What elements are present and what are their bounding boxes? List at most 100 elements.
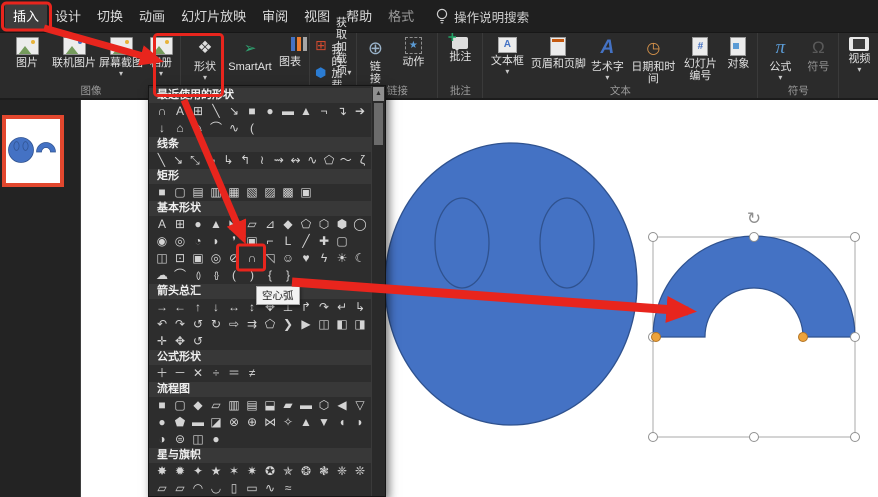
ribbon-tilted-up-shape-icon[interactable]: ▱	[153, 480, 171, 496]
snip-same-side-corner-rectangle-shape-icon[interactable]: ▥	[207, 184, 225, 201]
online-pictures-button[interactable]: 联机图片	[50, 33, 98, 85]
diagonal-stripe-shape-icon[interactable]: ╱	[297, 233, 315, 250]
isosceles-triangle-shape-icon[interactable]: ▲	[297, 103, 315, 120]
off-page-connector-shape-icon[interactable]: ⬟	[171, 414, 189, 431]
elbow-connector-shape-icon[interactable]: ¬	[315, 103, 333, 120]
wordart-button[interactable]: A 艺术字 ▾	[587, 33, 627, 85]
horizontal-scroll-shape-icon[interactable]: ▭	[243, 480, 261, 496]
pie-shape-icon[interactable]: ◔	[189, 233, 207, 250]
explosion-2-shape-icon[interactable]: ✹	[171, 463, 189, 480]
elbow-arrow-connector-shape-icon[interactable]: ↳	[220, 152, 237, 169]
oval-shape-icon[interactable]: ●	[261, 103, 279, 120]
line-shape-icon[interactable]: ╲	[207, 103, 225, 120]
scribble-shape-icon[interactable]: ✎	[189, 120, 207, 137]
shapes-button[interactable]: ❖ 形状 ▾	[183, 33, 227, 85]
slide-thumbnail-panel[interactable]	[0, 100, 81, 497]
rectangle-shape-icon[interactable]: ■	[153, 184, 171, 201]
pictures-button[interactable]: 图片	[4, 33, 50, 85]
arc-shape-icon[interactable]: ⌒	[207, 120, 225, 137]
snip-diagonal-corner-rectangle-shape-icon[interactable]: ▦	[225, 184, 243, 201]
circular-arrow-2-shape-icon[interactable]: ↺	[189, 333, 207, 350]
slide-1-thumbnail[interactable]	[2, 115, 64, 187]
elbow-connector-shape-icon[interactable]: ¬	[203, 152, 220, 169]
magnetic-disk-shape-icon[interactable]: ⊜	[171, 431, 189, 448]
bevel-shape-icon[interactable]: ▣	[189, 250, 207, 267]
video-button[interactable]: 视频 ▾	[841, 33, 877, 85]
rounded-rectangle-shape-icon[interactable]: ▬	[279, 103, 297, 120]
folded-corner-shape-icon[interactable]: ◹	[261, 250, 279, 267]
object-button[interactable]: 对象	[721, 33, 755, 85]
double-wave-shape-icon[interactable]: ≈	[279, 480, 297, 496]
freeform-shape-shape-icon[interactable]: ⬠	[321, 152, 338, 169]
terminator-shape-icon[interactable]: ▬	[297, 397, 315, 414]
equal-sign-shape-icon[interactable]: ＝	[225, 365, 243, 382]
right-arrow-callout-shape-icon[interactable]: ▶	[297, 316, 315, 333]
line-double-arrow-shape-icon[interactable]: ⤡	[187, 152, 204, 169]
diamond-shape-icon[interactable]: ◆	[279, 216, 297, 233]
or-shape-icon[interactable]: ⊕	[243, 414, 261, 431]
curved-ribbon-down-shape-icon[interactable]: ◡	[207, 480, 225, 496]
document-shape-icon[interactable]: ⬓	[261, 397, 279, 414]
star-16-point-shape-icon[interactable]: ❃	[315, 463, 333, 480]
double-bracket-shape-icon[interactable]: ()	[189, 267, 207, 284]
cloud-shape-icon[interactable]: ☁	[153, 267, 171, 284]
equation-button[interactable]: π 公式 ▾	[760, 33, 800, 85]
left-right-arrow-shape-icon[interactable]: ↔	[225, 299, 243, 316]
star-5-point-shape-icon[interactable]: ★	[207, 463, 225, 480]
left-bracket-shape-icon[interactable]: (	[225, 267, 243, 284]
down-arrow-shape-icon[interactable]: ↓	[207, 299, 225, 316]
curve-shape-icon[interactable]: ∿	[225, 120, 243, 137]
scribble-shape-icon[interactable]: ζ	[354, 152, 371, 169]
curved-double-arrow-connector-shape-icon[interactable]: ↭	[287, 152, 304, 169]
snip-round-single-corner-rectangle-shape-icon[interactable]: ▧	[243, 184, 261, 201]
curved-ribbon-up-shape-icon[interactable]: ◠	[189, 480, 207, 496]
heart-shape-icon[interactable]: ♥	[297, 250, 315, 267]
u-turn-arrow-shape-icon[interactable]: ↷	[315, 299, 333, 316]
text-box-shape-icon[interactable]: A	[153, 216, 171, 233]
sort-shape-icon[interactable]: ✧	[279, 414, 297, 431]
display-shape-icon[interactable]: ●	[207, 431, 225, 448]
star-8-point-shape-icon[interactable]: ✪	[261, 463, 279, 480]
lightning-bolt-shape-icon[interactable]: ϟ	[315, 250, 333, 267]
star-4-point-shape-icon[interactable]: ✦	[189, 463, 207, 480]
frame-shape-icon[interactable]: ▣	[243, 233, 261, 250]
decagon-shape-icon[interactable]: ◉	[153, 233, 171, 250]
left-arrow-callout-shape-icon[interactable]: ◧	[333, 316, 351, 333]
bent-arrow-shape-icon[interactable]: ↱	[297, 299, 315, 316]
right-arrow-shape-icon[interactable]: ➔	[351, 103, 369, 120]
scrollbar-up-icon[interactable]: ▲	[373, 87, 384, 101]
internal-storage-shape-icon[interactable]: ▤	[243, 397, 261, 414]
snip-single-corner-rectangle-shape-icon[interactable]: ▤	[189, 184, 207, 201]
double-brace-shape-icon[interactable]: {}	[207, 267, 225, 284]
text-box-button[interactable]: A 文本框 ▾	[485, 33, 529, 85]
smartart-button[interactable]: ➢ SmartArt	[227, 33, 273, 85]
oval-shape-icon[interactable]: ●	[189, 216, 207, 233]
comment-button[interactable]: 批注	[440, 33, 480, 85]
star-32-point-shape-icon[interactable]: ❊	[351, 463, 369, 480]
smiley-face-shape-icon[interactable]: ☺	[279, 250, 297, 267]
tab-design[interactable]: 设计	[47, 3, 89, 30]
round-single-corner-rectangle-shape-icon[interactable]: ▨	[261, 184, 279, 201]
merge-shape-icon[interactable]: ▼	[315, 414, 333, 431]
can-shape-icon[interactable]: ◫	[153, 250, 171, 267]
line-arrow-shape-icon[interactable]: ↘	[170, 152, 187, 169]
pentagon-arrow-shape-icon[interactable]: ⬠	[261, 316, 279, 333]
collate-shape-icon[interactable]: ⋈	[261, 414, 279, 431]
dodecagon-shape-icon[interactable]: ◎	[171, 233, 189, 250]
right-arrow-shape-icon[interactable]: →	[153, 299, 171, 316]
extract-shape-icon[interactable]: ▲	[297, 414, 315, 431]
screenshot-button[interactable]: 屏幕截图 ▾	[98, 33, 144, 85]
slide-number-button[interactable]: # 幻灯片 编号	[679, 33, 721, 85]
elbow-arrow-connector-shape-icon[interactable]: ↴	[333, 103, 351, 120]
rounded-rectangle-shape-icon[interactable]: ▢	[171, 184, 189, 201]
plaque-shape-icon[interactable]: ▢	[333, 233, 351, 250]
symbol-button[interactable]: Ω 符号	[800, 33, 836, 85]
half-frame-shape-icon[interactable]: ⌐	[261, 233, 279, 250]
curved-up-arrow-shape-icon[interactable]: ↺	[189, 316, 207, 333]
block-arc-shape-icon[interactable]: ∩	[153, 103, 171, 120]
up-arrow-callout-shape-icon[interactable]: ◨	[351, 316, 369, 333]
vertical-text-box-shape-icon[interactable]: ⊞	[171, 216, 189, 233]
left-arrow-shape-icon[interactable]: ←	[171, 299, 189, 316]
curved-down-arrow-shape-icon[interactable]: ↷	[171, 316, 189, 333]
curved-arrow-connector-shape-icon[interactable]: ⇝	[270, 152, 287, 169]
